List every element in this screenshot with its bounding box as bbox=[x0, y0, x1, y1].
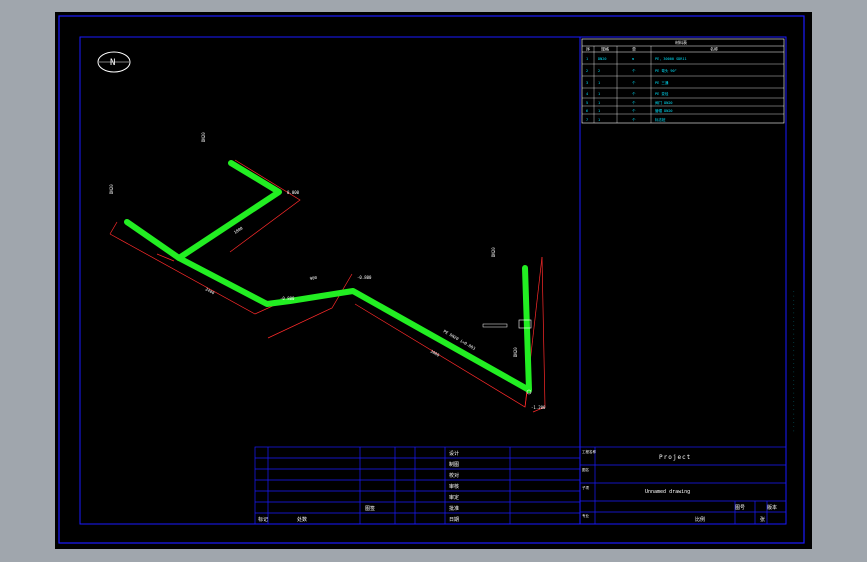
table-cell: 1 bbox=[598, 92, 600, 96]
pipe-isometric: DN20 DN20 DN20 -0.800 -0.800 -1.200 0.00… bbox=[109, 132, 546, 413]
table-cell: 2 bbox=[598, 69, 600, 73]
table-cell: PE 变径 bbox=[655, 91, 669, 96]
drawing-name: Unnamed drawing bbox=[645, 489, 690, 495]
mid-label: 图号 bbox=[735, 505, 745, 511]
table-header: 名称 bbox=[710, 46, 718, 52]
table-cell: 个 bbox=[632, 80, 636, 85]
title-label: 校对 bbox=[449, 472, 459, 479]
inner-frame bbox=[79, 36, 787, 525]
table-cell: 4 bbox=[586, 92, 588, 96]
table-cell: 阀门 DN20 bbox=[655, 100, 673, 105]
table-cell: 个 bbox=[632, 108, 636, 113]
table-cell: 个 bbox=[632, 117, 636, 122]
col-label: 图名 bbox=[582, 467, 589, 472]
table-cell: PE 三通 bbox=[655, 80, 669, 85]
row-label: 处数 bbox=[297, 516, 307, 523]
col-label: 工程名称 bbox=[582, 449, 596, 454]
top-end-label: DN20 bbox=[201, 132, 206, 142]
table-cell: 1 bbox=[598, 81, 600, 85]
table-cell: PE, 30000 SDR11 bbox=[655, 57, 687, 61]
title-label: 审核 bbox=[449, 483, 459, 490]
title-label: 日期 bbox=[449, 517, 459, 523]
mid-label: 版本 bbox=[767, 504, 777, 511]
dimension-label: 3000 bbox=[430, 349, 441, 358]
table-cell: 管帽 DN20 bbox=[655, 108, 673, 113]
stamp-label: 图签 bbox=[365, 505, 375, 512]
col-label: 专业 bbox=[582, 513, 590, 518]
table-cell: 1 bbox=[598, 101, 600, 105]
scale-label: 比例 bbox=[695, 516, 705, 523]
table-cell: m bbox=[632, 57, 634, 61]
dimension-label: 2400 bbox=[205, 286, 216, 295]
elevation-label: -0.800 bbox=[280, 296, 295, 301]
table-cell: 个 bbox=[632, 91, 636, 96]
table-cell: 标志桩 bbox=[655, 117, 666, 122]
drawing-canvas[interactable]: · · · · · · · · · · · · · · · · · · · · … bbox=[55, 12, 812, 549]
table-cell: 个 bbox=[632, 100, 636, 105]
title-label: 批准 bbox=[449, 505, 459, 512]
dimension-lines bbox=[109, 159, 546, 413]
table-cell: 3 bbox=[586, 81, 588, 85]
title-block bbox=[254, 446, 787, 525]
title-label: 设计 bbox=[449, 450, 459, 457]
title-label: 审定 bbox=[449, 494, 459, 501]
table-header: 序 bbox=[586, 46, 590, 52]
cad-drawing: · · · · · · · · · · · · · · · · · · · · … bbox=[58, 15, 805, 544]
sheet-label: 张 bbox=[760, 516, 765, 523]
project-name: Project bbox=[659, 454, 691, 461]
table-cell: 2 bbox=[586, 69, 588, 73]
table-header: 规格 bbox=[601, 46, 609, 52]
title-label: 制图 bbox=[449, 461, 459, 468]
right-top-label: DN20 bbox=[491, 247, 496, 257]
north-label: N bbox=[110, 58, 115, 68]
table-cell: DN20 bbox=[598, 57, 606, 61]
valve-handle-icon bbox=[482, 323, 508, 328]
materials-table: 材料表 序 规格 单 名称 1 DN20 m PE, 30000 SDR11 2 2 个 PE… bbox=[581, 38, 785, 124]
table-header: 单 bbox=[632, 46, 636, 52]
elevation-label: -1.200 bbox=[531, 405, 546, 410]
table-cell: 7 bbox=[586, 118, 588, 122]
row-label: 标记 bbox=[258, 516, 268, 523]
riser-label: DN20 bbox=[513, 347, 518, 357]
left-end-label: DN20 bbox=[109, 184, 114, 194]
table-cell: 5 bbox=[586, 101, 588, 105]
table-cell: PE 弯头 90° bbox=[655, 68, 677, 73]
table-cell: 1 bbox=[598, 109, 600, 113]
outer-frame bbox=[58, 15, 805, 544]
table-cell: 1 bbox=[598, 118, 600, 122]
elevation-label: 0.000 bbox=[287, 190, 300, 195]
col-label: 子项 bbox=[582, 485, 590, 490]
table-cell: 1 bbox=[586, 57, 588, 61]
dimension-label: 900 bbox=[309, 275, 318, 281]
table-cell: 个 bbox=[632, 68, 636, 73]
table-cell: 6 bbox=[586, 109, 588, 113]
dimension-label: 1800 bbox=[233, 225, 244, 235]
north-arrow-icon: N bbox=[97, 51, 131, 73]
elevation-label: -0.800 bbox=[357, 275, 372, 280]
side-strip-text: · · · · · · · · · · · · · · · · · · · · … bbox=[792, 291, 796, 432]
table-title: 材料表 bbox=[675, 39, 687, 45]
